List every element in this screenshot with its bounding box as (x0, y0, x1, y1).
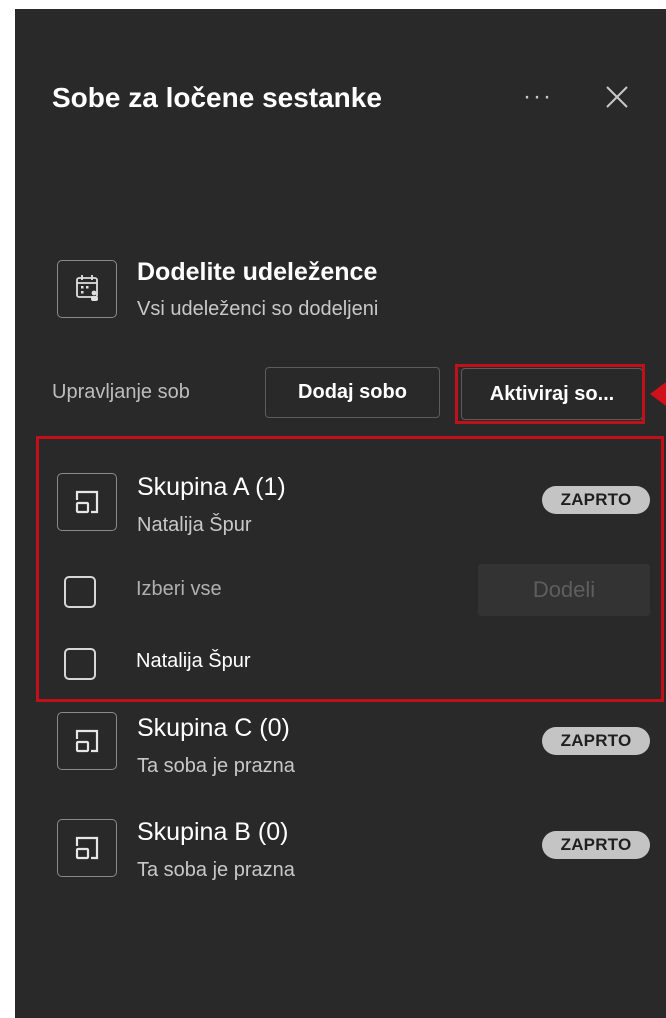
calendar-people-icon (76, 275, 98, 301)
room-icon (75, 729, 99, 753)
room-icon-button[interactable] (57, 712, 117, 770)
room-icon-button[interactable] (57, 819, 117, 877)
activate-highlight-box (455, 364, 645, 424)
room-name[interactable]: Skupina B (0) (137, 818, 288, 847)
room-subtitle: Ta soba je prazna (137, 859, 295, 881)
close-icon[interactable] (600, 80, 634, 114)
more-options-icon[interactable]: ··· (518, 82, 558, 112)
room-highlight-box (36, 436, 664, 702)
room-icon (75, 836, 99, 860)
status-badge: ZAPRTO (542, 727, 650, 755)
assign-participants-icon-button[interactable] (57, 260, 117, 318)
assign-participants-status: Vsi udeleženci so dodeljeni (137, 298, 379, 320)
status-badge: ZAPRTO (542, 831, 650, 859)
room-name[interactable]: Skupina C (0) (137, 714, 290, 743)
manage-rooms-label: Upravljanje sob (52, 381, 190, 403)
panel-title: Sobe za ločene sestanke (52, 82, 382, 113)
add-room-button[interactable]: Dodaj sobo (265, 367, 440, 418)
pointer-arrow (650, 382, 666, 406)
room-subtitle: Ta soba je prazna (137, 755, 295, 777)
assign-participants-title[interactable]: Dodelite udeležence (137, 258, 377, 287)
